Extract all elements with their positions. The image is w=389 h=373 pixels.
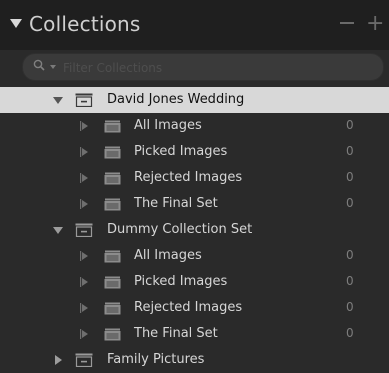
collection-label: Picked Images [134,274,228,289]
collection-set-row[interactable]: Family Pictures [0,347,389,373]
collection-label: Rejected Images [134,170,243,185]
collection-icon [104,328,121,341]
collection-row[interactable]: The Final Set 0 [0,191,389,217]
collection-set-icon [75,223,93,237]
collection-set-icon [75,93,93,107]
collection-row[interactable]: All Images 0 [0,243,389,269]
collection-count: 0 [346,144,354,158]
collapse-triangle-icon[interactable] [10,19,22,28]
collection-label: All Images [134,248,202,263]
smart-collection-marker-icon[interactable] [80,277,88,287]
collection-icon [104,198,121,211]
smart-collection-marker-icon[interactable] [80,173,88,183]
collection-icon [104,172,121,185]
filter-search-box[interactable] [22,53,384,81]
remove-collection-button[interactable] [340,22,354,24]
collection-icon [104,146,121,159]
collection-row[interactable]: All Images 0 [0,113,389,139]
collection-icon [104,302,121,315]
collection-label: The Final Set [134,196,218,211]
expand-triangle-down-icon[interactable] [53,227,63,234]
collection-count: 0 [346,196,354,210]
panel-header[interactable]: Collections + [0,0,389,50]
collection-set-label: Dummy Collection Set [107,222,253,237]
collection-set-row[interactable]: David Jones Wedding [0,87,389,113]
add-collection-button[interactable]: + [366,13,384,35]
collection-set-row[interactable]: Dummy Collection Set [0,217,389,243]
collection-count: 0 [346,118,354,132]
collection-label: Picked Images [134,144,228,159]
expand-triangle-down-icon[interactable] [53,97,63,104]
collection-row[interactable]: The Final Set 0 [0,321,389,347]
collection-label: All Images [134,118,202,133]
collection-label: Rejected Images [134,300,243,315]
collection-row[interactable]: Rejected Images 0 [0,165,389,191]
smart-collection-marker-icon[interactable] [80,251,88,261]
smart-collection-marker-icon[interactable] [80,199,88,209]
smart-collection-marker-icon[interactable] [80,147,88,157]
smart-collection-marker-icon[interactable] [80,121,88,131]
collection-icon [104,120,121,133]
collection-count: 0 [346,248,354,262]
smart-collection-marker-icon[interactable] [80,303,88,313]
collections-panel: Collections + David Jones Wedding All Ima… [0,0,389,367]
smart-collection-marker-icon[interactable] [80,329,88,339]
collection-icon [104,276,121,289]
collection-row[interactable]: Rejected Images 0 [0,295,389,321]
collection-set-label: Family Pictures [107,352,205,367]
collection-set-icon [75,353,93,367]
collection-count: 0 [346,274,354,288]
collection-count: 0 [346,170,354,184]
collection-count: 0 [346,326,354,340]
collection-set-label: David Jones Wedding [107,92,245,107]
collection-row[interactable]: Picked Images 0 [0,139,389,165]
collection-count: 0 [346,300,354,314]
collection-label: The Final Set [134,326,218,341]
collection-row[interactable]: Picked Images 0 [0,269,389,295]
search-icon[interactable] [33,59,45,71]
panel-title: Collections [29,12,141,36]
collection-icon [104,250,121,263]
search-options-chevron-icon[interactable] [50,65,56,69]
filter-collections-input[interactable] [61,57,365,79]
